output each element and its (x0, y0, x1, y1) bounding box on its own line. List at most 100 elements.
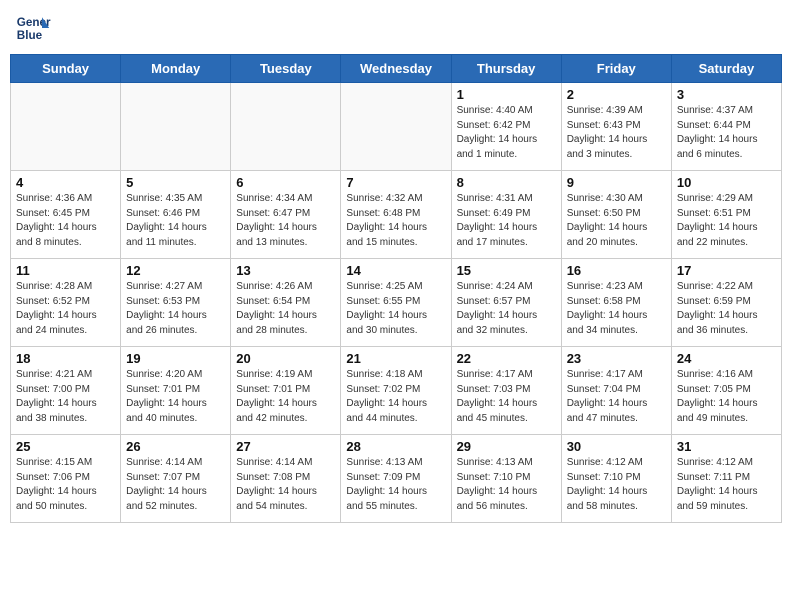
day-number: 27 (236, 439, 335, 454)
day-number: 11 (16, 263, 115, 278)
day-number: 2 (567, 87, 666, 102)
day-number: 17 (677, 263, 776, 278)
week-row-2: 11 Sunrise: 4:28 AM Sunset: 6:52 PM Dayli… (11, 259, 782, 347)
calendar-cell: 23 Sunrise: 4:17 AM Sunset: 7:04 PM Dayli… (561, 347, 671, 435)
day-info: Sunrise: 4:24 AM Sunset: 6:57 PM Dayligh… (457, 280, 556, 338)
weekday-header-friday: Friday (561, 55, 671, 83)
day-number: 23 (567, 351, 666, 366)
day-number: 15 (457, 263, 556, 278)
day-number: 10 (677, 175, 776, 190)
calendar-cell: 1 Sunrise: 4:40 AM Sunset: 6:42 PM Daylig… (451, 83, 561, 171)
weekday-header-wednesday: Wednesday (341, 55, 451, 83)
calendar-cell: 30 Sunrise: 4:12 AM Sunset: 7:10 PM Dayli… (561, 435, 671, 523)
day-number: 26 (126, 439, 225, 454)
calendar-cell: 7 Sunrise: 4:32 AM Sunset: 6:48 PM Daylig… (341, 171, 451, 259)
calendar-cell (341, 83, 451, 171)
day-number: 21 (346, 351, 445, 366)
calendar-cell: 2 Sunrise: 4:39 AM Sunset: 6:43 PM Daylig… (561, 83, 671, 171)
day-info: Sunrise: 4:14 AM Sunset: 7:08 PM Dayligh… (236, 456, 335, 514)
calendar-cell: 11 Sunrise: 4:28 AM Sunset: 6:52 PM Dayli… (11, 259, 121, 347)
page-header: General Blue (10, 10, 782, 46)
day-number: 14 (346, 263, 445, 278)
calendar-cell (11, 83, 121, 171)
calendar-cell: 12Sunrise: 4:27 AM Sunset: 6:53 PM Dayli… (121, 259, 231, 347)
calendar-cell: 16Sunrise: 4:23 AM Sunset: 6:58 PM Dayli… (561, 259, 671, 347)
day-info: Sunrise: 4:19 AM Sunset: 7:01 PM Dayligh… (236, 368, 335, 426)
day-number: 18 (16, 351, 115, 366)
day-number: 4 (16, 175, 115, 190)
calendar-cell: 17 Sunrise: 4:22 AM Sunset: 6:59 PM Dayli… (671, 259, 781, 347)
day-info: Sunrise: 4:21 AM Sunset: 7:00 PM Dayligh… (16, 368, 115, 426)
calendar-cell: 5 Sunrise: 4:35 AM Sunset: 6:46 PM Daylig… (121, 171, 231, 259)
weekday-header-tuesday: Tuesday (231, 55, 341, 83)
calendar-cell: 28 Sunrise: 4:13 AM Sunset: 7:09 PM Dayli… (341, 435, 451, 523)
calendar-cell: 9Sunrise: 4:30 AM Sunset: 6:50 PM Daylig… (561, 171, 671, 259)
calendar-cell: 21 Sunrise: 4:18 AM Sunset: 7:02 PM Dayli… (341, 347, 451, 435)
day-info: Sunrise: 4:39 AM Sunset: 6:43 PM Dayligh… (567, 104, 666, 162)
week-row-3: 18 Sunrise: 4:21 AM Sunset: 7:00 PM Dayli… (11, 347, 782, 435)
day-info: Sunrise: 4:32 AM Sunset: 6:48 PM Dayligh… (346, 192, 445, 250)
day-number: 5 (126, 175, 225, 190)
calendar-cell: 13Sunrise: 4:26 AM Sunset: 6:54 PM Dayli… (231, 259, 341, 347)
day-info: Sunrise: 4:18 AM Sunset: 7:02 PM Dayligh… (346, 368, 445, 426)
day-number: 25 (16, 439, 115, 454)
day-number: 31 (677, 439, 776, 454)
calendar-cell: 10 Sunrise: 4:29 AM Sunset: 6:51 PM Dayli… (671, 171, 781, 259)
calendar-cell: 27 Sunrise: 4:14 AM Sunset: 7:08 PM Dayli… (231, 435, 341, 523)
day-info: Sunrise: 4:40 AM Sunset: 6:42 PM Dayligh… (457, 104, 556, 162)
day-number: 6 (236, 175, 335, 190)
day-info: Sunrise: 4:15 AM Sunset: 7:06 PM Dayligh… (16, 456, 115, 514)
calendar-cell: 25 Sunrise: 4:15 AM Sunset: 7:06 PM Dayli… (11, 435, 121, 523)
day-number: 20 (236, 351, 335, 366)
calendar-cell: 29Sunrise: 4:13 AM Sunset: 7:10 PM Dayli… (451, 435, 561, 523)
day-number: 13 (236, 263, 335, 278)
logo-icon: General Blue (15, 10, 51, 46)
day-info: Sunrise: 4:22 AM Sunset: 6:59 PM Dayligh… (677, 280, 776, 338)
week-row-4: 25 Sunrise: 4:15 AM Sunset: 7:06 PM Dayli… (11, 435, 782, 523)
day-info: Sunrise: 4:14 AM Sunset: 7:07 PM Dayligh… (126, 456, 225, 514)
day-number: 9 (567, 175, 666, 190)
day-info: Sunrise: 4:28 AM Sunset: 6:52 PM Dayligh… (16, 280, 115, 338)
day-number: 24 (677, 351, 776, 366)
day-info: Sunrise: 4:36 AM Sunset: 6:45 PM Dayligh… (16, 192, 115, 250)
day-info: Sunrise: 4:13 AM Sunset: 7:09 PM Dayligh… (346, 456, 445, 514)
svg-text:Blue: Blue (17, 29, 43, 42)
day-info: Sunrise: 4:34 AM Sunset: 6:47 PM Dayligh… (236, 192, 335, 250)
day-info: Sunrise: 4:35 AM Sunset: 6:46 PM Dayligh… (126, 192, 225, 250)
day-info: Sunrise: 4:17 AM Sunset: 7:04 PM Dayligh… (567, 368, 666, 426)
weekday-header-sunday: Sunday (11, 55, 121, 83)
day-number: 28 (346, 439, 445, 454)
calendar-cell: 20 Sunrise: 4:19 AM Sunset: 7:01 PM Dayli… (231, 347, 341, 435)
day-info: Sunrise: 4:29 AM Sunset: 6:51 PM Dayligh… (677, 192, 776, 250)
weekday-header-monday: Monday (121, 55, 231, 83)
calendar-cell: 14 Sunrise: 4:25 AM Sunset: 6:55 PM Dayli… (341, 259, 451, 347)
day-number: 29 (457, 439, 556, 454)
calendar-cell: 18 Sunrise: 4:21 AM Sunset: 7:00 PM Dayli… (11, 347, 121, 435)
week-row-1: 4 Sunrise: 4:36 AM Sunset: 6:45 PM Daylig… (11, 171, 782, 259)
day-number: 1 (457, 87, 556, 102)
calendar-cell: 19 Sunrise: 4:20 AM Sunset: 7:01 PM Dayli… (121, 347, 231, 435)
calendar-cell: 8Sunrise: 4:31 AM Sunset: 6:49 PM Daylig… (451, 171, 561, 259)
day-number: 3 (677, 87, 776, 102)
day-info: Sunrise: 4:31 AM Sunset: 6:49 PM Dayligh… (457, 192, 556, 250)
day-number: 19 (126, 351, 225, 366)
calendar-cell: 6 Sunrise: 4:34 AM Sunset: 6:47 PM Daylig… (231, 171, 341, 259)
day-info: Sunrise: 4:25 AM Sunset: 6:55 PM Dayligh… (346, 280, 445, 338)
calendar-table: SundayMondayTuesdayWednesdayThursdayFrid… (10, 54, 782, 523)
week-row-0: 1 Sunrise: 4:40 AM Sunset: 6:42 PM Daylig… (11, 83, 782, 171)
day-info: Sunrise: 4:37 AM Sunset: 6:44 PM Dayligh… (677, 104, 776, 162)
day-info: Sunrise: 4:17 AM Sunset: 7:03 PM Dayligh… (457, 368, 556, 426)
day-number: 30 (567, 439, 666, 454)
day-number: 12 (126, 263, 225, 278)
day-info: Sunrise: 4:20 AM Sunset: 7:01 PM Dayligh… (126, 368, 225, 426)
calendar-cell: 26 Sunrise: 4:14 AM Sunset: 7:07 PM Dayli… (121, 435, 231, 523)
logo: General Blue (15, 10, 51, 46)
weekday-header-saturday: Saturday (671, 55, 781, 83)
calendar-cell: 22Sunrise: 4:17 AM Sunset: 7:03 PM Dayli… (451, 347, 561, 435)
calendar-cell: 15 Sunrise: 4:24 AM Sunset: 6:57 PM Dayli… (451, 259, 561, 347)
day-info: Sunrise: 4:12 AM Sunset: 7:10 PM Dayligh… (567, 456, 666, 514)
calendar-cell: 3 Sunrise: 4:37 AM Sunset: 6:44 PM Daylig… (671, 83, 781, 171)
calendar-cell: 4 Sunrise: 4:36 AM Sunset: 6:45 PM Daylig… (11, 171, 121, 259)
day-number: 7 (346, 175, 445, 190)
weekday-header-row: SundayMondayTuesdayWednesdayThursdayFrid… (11, 55, 782, 83)
